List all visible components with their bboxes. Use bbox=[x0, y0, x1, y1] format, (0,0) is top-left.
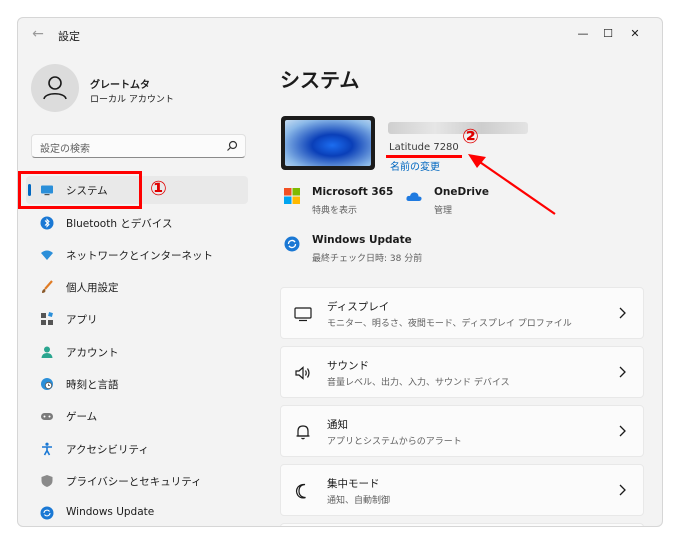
update-icon bbox=[284, 236, 300, 252]
settings-window: ← 設定 — ☐ ✕ グレートムタ ローカル アカウント 設定の検索 システム … bbox=[17, 17, 663, 527]
card-title: 集中モード bbox=[327, 478, 380, 490]
avatar[interactable] bbox=[31, 64, 79, 112]
maximize-button[interactable]: ☐ bbox=[597, 26, 619, 42]
speaker-icon bbox=[295, 366, 310, 380]
bell-icon bbox=[296, 425, 310, 440]
apps-icon bbox=[41, 312, 53, 325]
annotation-arrow bbox=[468, 154, 556, 215]
display-icon bbox=[294, 307, 312, 322]
device-model: Latitude 7280 bbox=[389, 142, 459, 153]
card-display[interactable]: ディスプレイ モニター、明るさ、夜間モード、ディスプレイ プロファイル bbox=[280, 287, 644, 339]
sidebar-item-label: 時刻と言語 bbox=[66, 379, 119, 391]
tile-title: Microsoft 365 bbox=[312, 186, 394, 198]
sidebar-item-label: ネットワークとインターネット bbox=[66, 250, 213, 262]
sidebar-item-label: プライバシーとセキュリティ bbox=[66, 476, 202, 488]
bluetooth-icon bbox=[40, 216, 54, 230]
windows-bloom-wallpaper bbox=[285, 120, 371, 166]
sidebar-item-label: Windows Update bbox=[66, 506, 155, 518]
search-icon[interactable] bbox=[226, 140, 238, 152]
profile-account-type: ローカル アカウント bbox=[90, 95, 174, 105]
close-button[interactable]: ✕ bbox=[624, 26, 646, 42]
tile-microsoft-365[interactable]: Microsoft 365 特典を表示 bbox=[284, 186, 394, 222]
annotation-underline-model bbox=[386, 155, 462, 158]
card-partial bbox=[280, 523, 644, 526]
chevron-right-icon bbox=[619, 484, 626, 496]
sidebar-item-accounts[interactable]: アカウント bbox=[26, 338, 248, 366]
chevron-right-icon bbox=[619, 307, 626, 319]
rename-link[interactable]: 名前の変更 bbox=[390, 158, 440, 173]
tile-title: Windows Update bbox=[312, 234, 412, 246]
sidebar-item-time-language[interactable]: 時刻と言語 bbox=[26, 370, 248, 398]
sidebar-item-windows-update[interactable]: Windows Update bbox=[26, 499, 248, 526]
title-bar: ← 設定 — ☐ ✕ bbox=[18, 18, 662, 50]
tile-subtitle: 特典を表示 bbox=[312, 206, 358, 216]
update-icon bbox=[40, 506, 54, 520]
shield-icon bbox=[41, 475, 53, 487]
tile-windows-update[interactable]: Windows Update 最終チェック日時: 38 分前 bbox=[284, 234, 444, 270]
chevron-right-icon bbox=[619, 366, 626, 378]
sidebar-item-personalization[interactable]: 個人用設定 bbox=[26, 273, 248, 301]
card-title: サウンド bbox=[327, 360, 369, 372]
annotation-step-2: ② bbox=[462, 124, 479, 148]
card-title: 通知 bbox=[327, 419, 348, 431]
search-placeholder: 設定の検索 bbox=[40, 144, 90, 155]
device-image bbox=[281, 116, 375, 170]
window-title: 設定 bbox=[58, 30, 80, 43]
chevron-right-icon bbox=[619, 425, 626, 437]
back-arrow-icon[interactable]: ← bbox=[30, 26, 46, 42]
cloud-icon bbox=[406, 192, 422, 201]
card-notifications[interactable]: 通知 アプリとシステムからのアラート bbox=[280, 405, 644, 457]
search-input[interactable]: 設定の検索 bbox=[31, 134, 246, 158]
network-icon bbox=[41, 250, 53, 260]
sidebar-item-label: アカウント bbox=[66, 347, 119, 359]
gamepad-icon bbox=[41, 413, 53, 420]
sidebar-item-label: アプリ bbox=[66, 314, 98, 326]
sidebar-item-label: 個人用設定 bbox=[66, 282, 119, 294]
card-subtitle: モニター、明るさ、夜間モード、ディスプレイ プロファイル bbox=[327, 319, 572, 329]
card-title: ディスプレイ bbox=[327, 301, 390, 313]
page-title: システム bbox=[280, 68, 360, 92]
card-sound[interactable]: サウンド 音量レベル、出力、入力、サウンド デバイス bbox=[280, 346, 644, 398]
sidebar-item-bluetooth[interactable]: Bluetooth とデバイス bbox=[26, 209, 248, 237]
sidebar-item-label: ゲーム bbox=[66, 411, 98, 423]
card-subtitle: アプリとシステムからのアラート bbox=[327, 437, 462, 447]
annotation-box-system bbox=[18, 171, 142, 209]
sidebar-item-network[interactable]: ネットワークとインターネット bbox=[26, 241, 248, 269]
profile-name: グレートムタ bbox=[90, 80, 150, 91]
brush-icon bbox=[42, 280, 53, 293]
tile-subtitle: 管理 bbox=[434, 206, 453, 216]
annotation-step-1: ① bbox=[150, 176, 167, 200]
account-icon bbox=[41, 346, 53, 358]
sidebar-item-apps[interactable]: アプリ bbox=[26, 305, 248, 333]
card-subtitle: 音量レベル、出力、入力、サウンド デバイス bbox=[327, 378, 510, 388]
card-subtitle: 通知、自動制御 bbox=[327, 496, 391, 506]
globe-clock-icon bbox=[41, 378, 53, 390]
device-name-blurred bbox=[388, 122, 528, 134]
sidebar-item-gaming[interactable]: ゲーム bbox=[26, 402, 248, 430]
sidebar-item-accessibility[interactable]: アクセシビリティ bbox=[26, 435, 248, 463]
card-focus-assist[interactable]: 集中モード 通知、自動制御 bbox=[280, 464, 644, 516]
minimize-button[interactable]: — bbox=[572, 26, 594, 42]
microsoft-logo-icon bbox=[284, 188, 300, 204]
moon-icon bbox=[295, 483, 306, 499]
tile-subtitle: 最終チェック日時: 38 分前 bbox=[312, 254, 423, 264]
sidebar-item-label: Bluetooth とデバイス bbox=[66, 218, 173, 230]
sidebar-item-label: アクセシビリティ bbox=[66, 444, 149, 456]
person-icon bbox=[43, 76, 67, 100]
accessibility-icon bbox=[42, 442, 52, 456]
sidebar-item-privacy-security[interactable]: プライバシーとセキュリティ bbox=[26, 467, 248, 495]
